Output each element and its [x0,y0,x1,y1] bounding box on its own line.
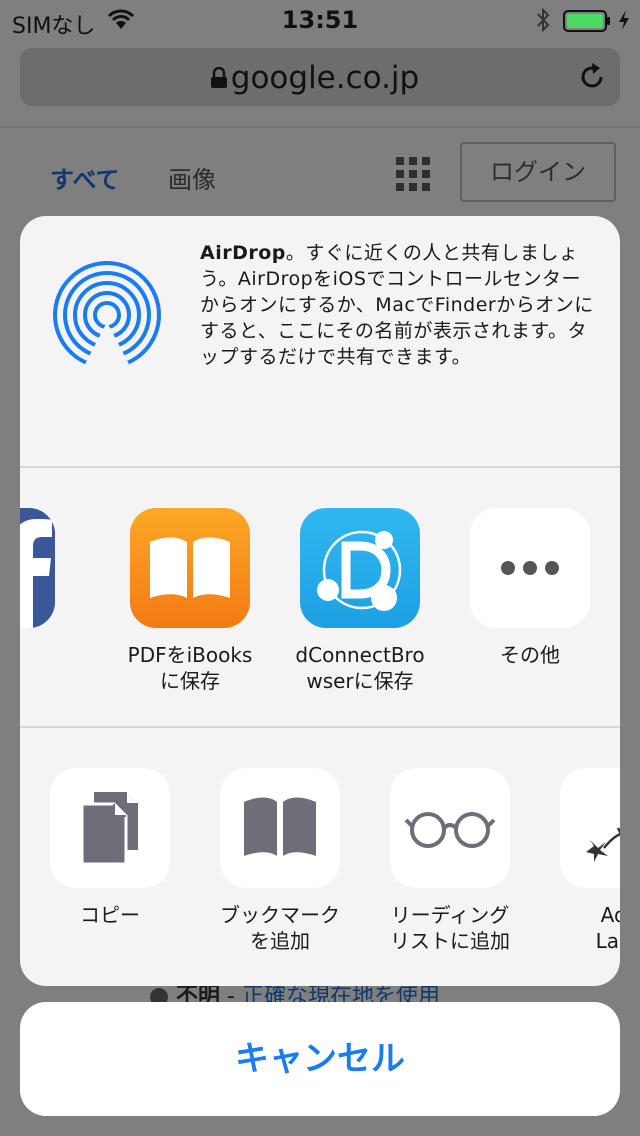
tab-all[interactable]: すべて [50,160,119,195]
share-item-label: dConnectBro wserに保存 [295,643,425,693]
launcher-icon [560,768,620,888]
share-item-label: その他 [500,643,560,667]
bookmark-icon [220,768,340,888]
reload-icon[interactable] [577,62,607,92]
ibooks-icon [130,508,250,628]
actions-row[interactable]: コピー ブックマーク を追加 リーディング リストに追加 A La [20,728,620,986]
action-label: リーディング リストに追加 [390,903,510,953]
share-sheet: AirDrop。すぐに近くの人と共有しましょう。AirDropをiOSでコントロ… [20,216,620,986]
airdrop-section: AirDrop。すぐに近くの人と共有しましょう。AirDropをiOSでコントロ… [20,216,620,466]
action-label: ブックマーク を追加 [220,903,340,953]
copy-icon [50,768,170,888]
more-icon [470,508,590,628]
bluetooth-icon [537,7,550,33]
cancel-button[interactable]: キャンセル [20,1002,620,1116]
address-bar[interactable]: google.co.jp [20,48,620,106]
reading-list-icon [390,768,510,888]
facebook-icon [20,508,55,628]
share-item-label: book [20,642,80,668]
battery-icon [563,10,610,32]
url-text: google.co.jp [230,60,420,96]
share-targets-row[interactable]: book PDFをiBooks に保存 dConnec [20,468,620,726]
action-label: Add Laun [595,903,620,953]
divider [0,126,640,128]
apps-grid-icon[interactable] [396,157,430,191]
dconnect-icon [300,508,420,628]
charging-bolt-icon [619,10,629,30]
status-bar: SIMなし 13:51 [0,0,640,40]
airdrop-description: AirDrop。すぐに近くの人と共有しましょう。AirDropをiOSでコントロ… [200,240,595,370]
airdrop-title: AirDrop [200,242,286,264]
action-label: コピー [80,903,140,927]
tab-images[interactable]: 画像 [168,160,216,195]
airdrop-icon [53,261,161,369]
login-button[interactable]: ログイン [460,142,616,202]
share-item-label: PDFをiBooks に保存 [127,643,253,693]
